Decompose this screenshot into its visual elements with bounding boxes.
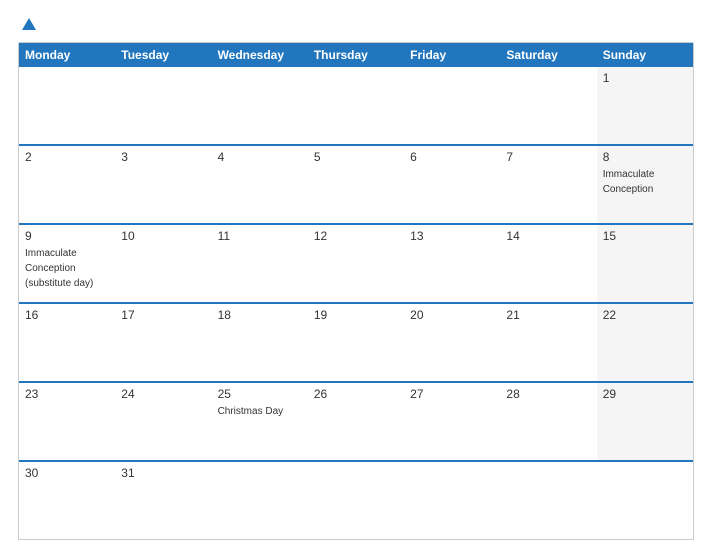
week-row: 1: [19, 67, 693, 144]
day-cell: [404, 67, 500, 144]
week-row: 16 17 18 19 20 21 22: [19, 302, 693, 381]
logo-blue-area: [18, 18, 36, 30]
day-number: 18: [218, 308, 302, 322]
day-number: 26: [314, 387, 398, 401]
day-cell: 4: [212, 146, 308, 223]
day-cell: 6: [404, 146, 500, 223]
day-number: 11: [218, 229, 302, 243]
day-cell: 30: [19, 462, 115, 539]
day-cell: 13: [404, 225, 500, 302]
week-row: 2345678 Immaculate Conception: [19, 144, 693, 223]
day-cell: 31: [115, 462, 211, 539]
day-cell: 21: [500, 304, 596, 381]
day-number: 20: [410, 308, 494, 322]
day-number: 27: [410, 387, 494, 401]
day-number: 31: [121, 466, 205, 480]
day-cell: [19, 67, 115, 144]
day-number: 29: [603, 387, 687, 401]
day-cell: 11: [212, 225, 308, 302]
week-row: 23 24 25 Christmas Day 26 27 28 29: [19, 381, 693, 460]
days-header: Monday Tuesday Wednesday Thursday Friday…: [19, 43, 693, 67]
day-number: 28: [506, 387, 590, 401]
day-number: 7: [506, 150, 590, 164]
day-cell: 1: [597, 67, 693, 144]
day-cell: 24: [115, 383, 211, 460]
day-cell: 5: [308, 146, 404, 223]
logo: [18, 18, 36, 30]
day-cell: 15: [597, 225, 693, 302]
day-cell: [500, 67, 596, 144]
day-number: 19: [314, 308, 398, 322]
day-number: 22: [603, 308, 687, 322]
day-cell: 25 Christmas Day: [212, 383, 308, 460]
day-cell: [404, 462, 500, 539]
day-number: 15: [603, 229, 687, 243]
day-number: 21: [506, 308, 590, 322]
day-number: 8: [603, 150, 687, 164]
day-number: 16: [25, 308, 109, 322]
day-cell: [500, 462, 596, 539]
day-number: 23: [25, 387, 109, 401]
day-cell: 14: [500, 225, 596, 302]
day-cell: 19: [308, 304, 404, 381]
day-header-friday: Friday: [404, 43, 500, 67]
day-number: 30: [25, 466, 109, 480]
day-number: 14: [506, 229, 590, 243]
day-cell: [115, 67, 211, 144]
day-cell: 3: [115, 146, 211, 223]
day-cell: 28: [500, 383, 596, 460]
day-number: 5: [314, 150, 398, 164]
day-cell: 29: [597, 383, 693, 460]
day-event: Immaculate Conception (substitute day): [25, 248, 93, 289]
day-number: 12: [314, 229, 398, 243]
day-cell: 22: [597, 304, 693, 381]
day-cell: 23: [19, 383, 115, 460]
calendar-weeks: 12345678Immaculate Conception9Immaculate…: [19, 67, 693, 539]
day-cell: 12: [308, 225, 404, 302]
day-header-saturday: Saturday: [500, 43, 596, 67]
day-cell: 27: [404, 383, 500, 460]
day-number: 2: [25, 150, 109, 164]
day-number: 4: [218, 150, 302, 164]
day-cell: [212, 462, 308, 539]
day-cell: 10: [115, 225, 211, 302]
day-cell: 7: [500, 146, 596, 223]
day-header-sunday: Sunday: [597, 43, 693, 67]
day-cell: 26: [308, 383, 404, 460]
page-header: [18, 18, 694, 30]
day-event: Immaculate Conception: [603, 169, 655, 195]
day-cell: 8 Immaculate Conception: [597, 146, 693, 223]
day-cell: 17: [115, 304, 211, 381]
day-cell: 16: [19, 304, 115, 381]
day-header-monday: Monday: [19, 43, 115, 67]
day-cell: 9 Immaculate Conception (substitute day): [19, 225, 115, 302]
day-number: 6: [410, 150, 494, 164]
day-number: 24: [121, 387, 205, 401]
day-cell: [597, 462, 693, 539]
day-number: 3: [121, 150, 205, 164]
day-header-tuesday: Tuesday: [115, 43, 211, 67]
calendar: Monday Tuesday Wednesday Thursday Friday…: [18, 42, 694, 540]
day-cell: [308, 462, 404, 539]
day-number: 17: [121, 308, 205, 322]
day-cell: 20: [404, 304, 500, 381]
day-number: 9: [25, 229, 109, 243]
day-cell: [212, 67, 308, 144]
day-number: 25: [218, 387, 302, 401]
day-cell: [308, 67, 404, 144]
day-header-wednesday: Wednesday: [212, 43, 308, 67]
day-number: 1: [603, 71, 687, 85]
day-header-thursday: Thursday: [308, 43, 404, 67]
week-row: 9 Immaculate Conception (substitute day) 1…: [19, 223, 693, 302]
logo-triangle-icon: [22, 18, 36, 30]
day-cell: 2: [19, 146, 115, 223]
day-cell: 18: [212, 304, 308, 381]
day-number: 13: [410, 229, 494, 243]
week-row: 30 31: [19, 460, 693, 539]
day-event: Christmas Day: [218, 406, 284, 417]
day-number: 10: [121, 229, 205, 243]
